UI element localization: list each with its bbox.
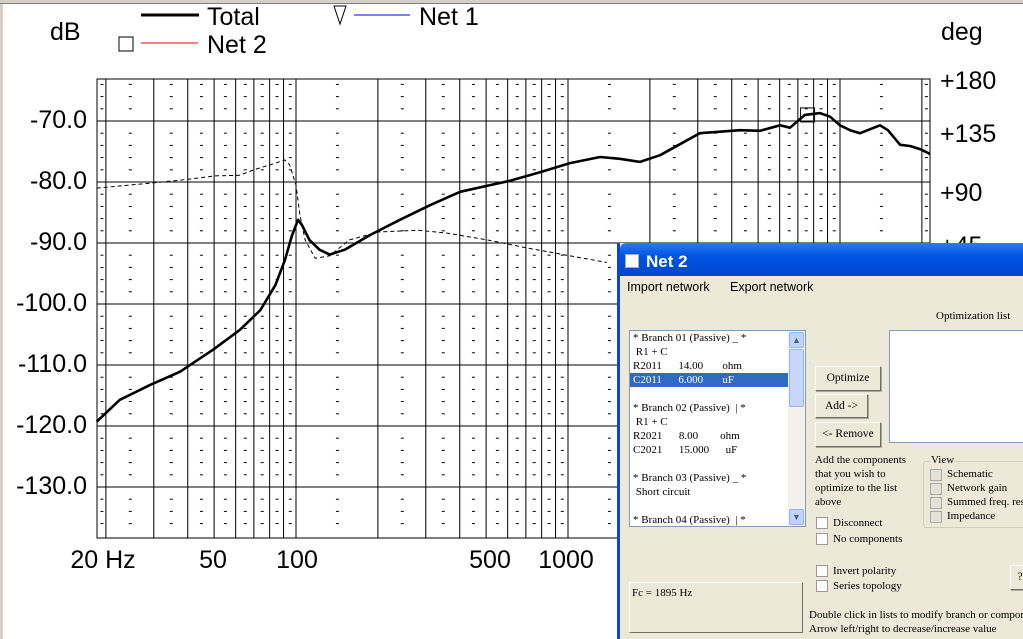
invert-polarity-label: Invert polarity	[833, 565, 897, 577]
no-components-checkbox[interactable]	[816, 533, 828, 545]
dialog-title: Net 2	[646, 252, 688, 271]
branch-list-item[interactable]: Short circuit	[630, 485, 788, 499]
optimization-list[interactable]	[889, 330, 1023, 443]
view-impedance-label: Impedance	[947, 510, 996, 522]
instruction-line: above	[815, 496, 842, 508]
fc-readout: Fc = 1895 Hz	[629, 582, 803, 633]
disconnect-checkbox[interactable]	[816, 517, 828, 529]
help-button[interactable]: ?	[1010, 565, 1023, 590]
phase-axis-unit: deg	[941, 18, 983, 46]
view-groupbox: View Schematic Network gain Summed freq.…	[923, 454, 1023, 528]
y-tick-label: -80.0	[30, 167, 87, 195]
branch-list-item[interactable]	[630, 387, 788, 401]
series-topology-label: Series topology	[833, 580, 902, 592]
y-tick-label: -100.0	[16, 289, 87, 317]
y-tick-label: -130.0	[16, 472, 87, 500]
x-tick-label: 20 Hz	[70, 546, 136, 574]
instruction-line: optimize to the list	[815, 482, 898, 494]
view-label: View	[930, 454, 956, 466]
scroll-thumb[interactable]	[789, 349, 804, 407]
legend-total-label: Total	[207, 3, 260, 31]
y-axis-unit: dB	[50, 18, 81, 46]
x-tick-label: 500	[469, 546, 511, 574]
branch-list-scrollbar[interactable]: ▲ ▼	[788, 331, 805, 526]
net2-dialog: Net 2 Import network Export network Opti…	[617, 243, 1023, 639]
window-icon	[625, 254, 639, 268]
view-schematic-label: Schematic	[947, 468, 993, 480]
branch-list-item[interactable]: * Branch 01 (Passive) _ *	[630, 331, 788, 345]
optimize-button[interactable]: Optimize	[815, 366, 881, 391]
instruction-line: Add the components	[815, 454, 907, 466]
instruction-line: that you wish to	[815, 468, 886, 480]
menu-import-network[interactable]: Import network	[627, 280, 710, 294]
scroll-down-icon[interactable]: ▼	[789, 509, 804, 525]
branch-list-item[interactable]: * Branch 03 (Passive) _ *	[630, 471, 788, 485]
branch-list-item[interactable]	[630, 499, 788, 513]
branch-list-item[interactable]: * Branch 04 (Passive) | *	[630, 513, 788, 526]
scroll-up-icon[interactable]: ▲	[789, 332, 804, 348]
branch-list-item[interactable]: R1 + C	[630, 415, 788, 429]
x-tick-label: 100	[276, 546, 318, 574]
legend-net1-label: Net 1	[419, 3, 479, 31]
add-button[interactable]: Add ->	[815, 394, 868, 418]
y-tick-label: -90.0	[30, 228, 87, 256]
view-schematic-checkbox[interactable]	[930, 469, 942, 481]
branch-list-item[interactable]: C2021 15.000 uF	[630, 443, 788, 457]
optimization-list-label: Optimization list	[936, 310, 1011, 322]
branch-list-item[interactable]: R2021 8.00 ohm	[630, 429, 788, 443]
branch-list[interactable]: ▲ ▼ * Branch 01 (Passive) _ * R1 + C R201…	[629, 330, 806, 527]
x-tick-label: 1000	[538, 546, 594, 574]
branch-list-item[interactable]: C2011 6.000 uF	[630, 373, 788, 387]
branch-list-item[interactable]: R1 + C	[630, 345, 788, 359]
view-network-gain-label: Network gain	[947, 482, 1008, 494]
branch-list-item[interactable]: * Branch 02 (Passive) | *	[630, 401, 788, 415]
view-summed-checkbox[interactable]	[930, 497, 942, 509]
legend-net2-label: Net 2	[207, 31, 267, 59]
view-network-gain-checkbox[interactable]	[930, 483, 942, 495]
y-tick-label: -110.0	[17, 350, 87, 378]
hint-text: Double click in lists to modify branch o…	[809, 608, 1023, 636]
hint-line: Double click in lists to modify branch o…	[809, 609, 1023, 621]
hint-line: Arrow left/right to decrease/increase va…	[809, 623, 997, 635]
menu-export-network[interactable]: Export network	[730, 280, 813, 294]
instructions-text: Add the components that you wish to opti…	[815, 453, 906, 509]
legend-net2-square-icon	[118, 36, 134, 52]
dialog-title-bar[interactable]: Net 2	[620, 243, 1023, 276]
no-components-label: No components	[833, 533, 903, 545]
branch-list-item[interactable]: R2011 14.00 ohm	[630, 359, 788, 373]
legend-net1-triangle-icon	[333, 5, 347, 26]
phase-tick-label: +135	[940, 120, 997, 148]
y-tick-label: -70.0	[30, 106, 87, 134]
phase-tick-label: +180	[940, 67, 997, 95]
view-summed-label: Summed freq. resp.	[947, 496, 1023, 508]
view-impedance-checkbox[interactable]	[930, 511, 942, 523]
branch-list-item[interactable]	[630, 457, 788, 471]
phase-tick-label: +90	[940, 179, 983, 207]
remove-button[interactable]: <- Remove	[815, 422, 881, 447]
y-tick-label: -120.0	[16, 411, 87, 439]
disconnect-label: Disconnect	[833, 517, 883, 529]
invert-polarity-checkbox[interactable]	[816, 565, 828, 577]
series-topology-checkbox[interactable]	[816, 580, 828, 592]
x-tick-label: 50	[199, 546, 227, 574]
